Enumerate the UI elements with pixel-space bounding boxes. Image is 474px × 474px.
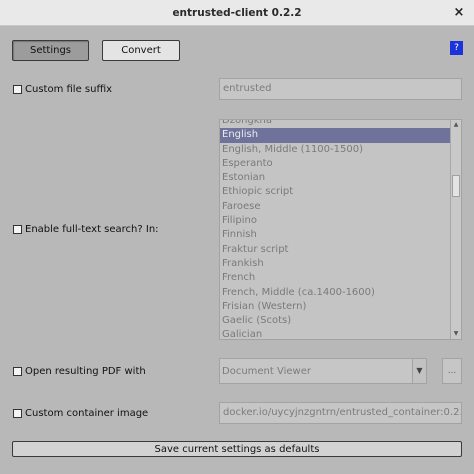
open-pdf-checkbox[interactable]: [13, 367, 22, 376]
language-scrollbar[interactable]: ▲ ▼: [450, 120, 461, 339]
language-list-item[interactable]: Filipino: [220, 214, 451, 228]
pdf-viewer-select[interactable]: Document Viewer ▼: [219, 358, 427, 384]
language-listbox[interactable]: Dzongkha English English, Middle (1100-150…: [219, 119, 462, 340]
container-row: Custom container image: [13, 408, 148, 419]
language-list-item[interactable]: Gaelic (Scots): [220, 314, 451, 328]
pdf-viewer-value: Document Viewer: [222, 366, 311, 377]
title-bar: entrusted-client 0.2.2 ×: [0, 0, 474, 26]
language-list-item[interactable]: Faroese: [220, 200, 451, 214]
settings-tab-button[interactable]: Settings: [12, 40, 89, 61]
custom-suffix-row: Custom file suffix: [13, 84, 112, 95]
custom-suffix-label: Custom file suffix: [25, 84, 113, 95]
scroll-down-icon[interactable]: ▼: [451, 329, 461, 339]
fulltext-row: Enable full-text search? In:: [13, 224, 159, 235]
language-list-item[interactable]: Fraktur script: [220, 243, 451, 257]
convert-tab-button[interactable]: Convert: [102, 40, 180, 61]
custom-suffix-checkbox[interactable]: [13, 85, 22, 94]
container-checkbox[interactable]: [13, 409, 22, 418]
fulltext-label: Enable full-text search? In:: [25, 224, 159, 235]
language-list-item[interactable]: French: [220, 271, 451, 285]
browse-button[interactable]: ...: [442, 358, 462, 384]
scroll-up-icon[interactable]: ▲: [451, 120, 461, 130]
language-list-item[interactable]: Galician: [220, 328, 451, 339]
open-pdf-label: Open resulting PDF with: [25, 366, 146, 377]
custom-suffix-input[interactable]: entrusted: [219, 78, 462, 100]
language-list-item[interactable]: Frisian (Western): [220, 300, 451, 314]
window-title: entrusted-client 0.2.2: [172, 6, 302, 19]
close-icon[interactable]: ×: [452, 6, 466, 20]
open-pdf-row: Open resulting PDF with: [13, 366, 146, 377]
container-image-input[interactable]: docker.io/uycyjnzgntrn/entrusted_contain…: [219, 402, 462, 424]
language-list-item[interactable]: English, Middle (1100-1500): [220, 143, 451, 157]
container-label: Custom container image: [25, 408, 149, 419]
language-list-item[interactable]: Frankish: [220, 257, 451, 271]
language-list-item[interactable]: Esperanto: [220, 157, 451, 171]
language-list-item[interactable]: French, Middle (ca.1400-1600): [220, 286, 451, 300]
language-list-item[interactable]: Dzongkha: [220, 120, 451, 128]
scroll-thumb[interactable]: [452, 175, 460, 197]
language-list-item[interactable]: Ethiopic script: [220, 185, 451, 199]
fulltext-checkbox[interactable]: [13, 225, 22, 234]
help-button[interactable]: ?: [450, 41, 463, 55]
save-defaults-button[interactable]: Save current settings as defaults: [12, 441, 462, 457]
chevron-down-icon[interactable]: ▼: [412, 359, 426, 383]
language-list-item[interactable]: Finnish: [220, 228, 451, 242]
language-list-item[interactable]: Estonian: [220, 171, 451, 185]
language-list-item[interactable]: English: [220, 128, 451, 143]
language-list: Dzongkha English English, Middle (1100-150…: [220, 120, 451, 339]
